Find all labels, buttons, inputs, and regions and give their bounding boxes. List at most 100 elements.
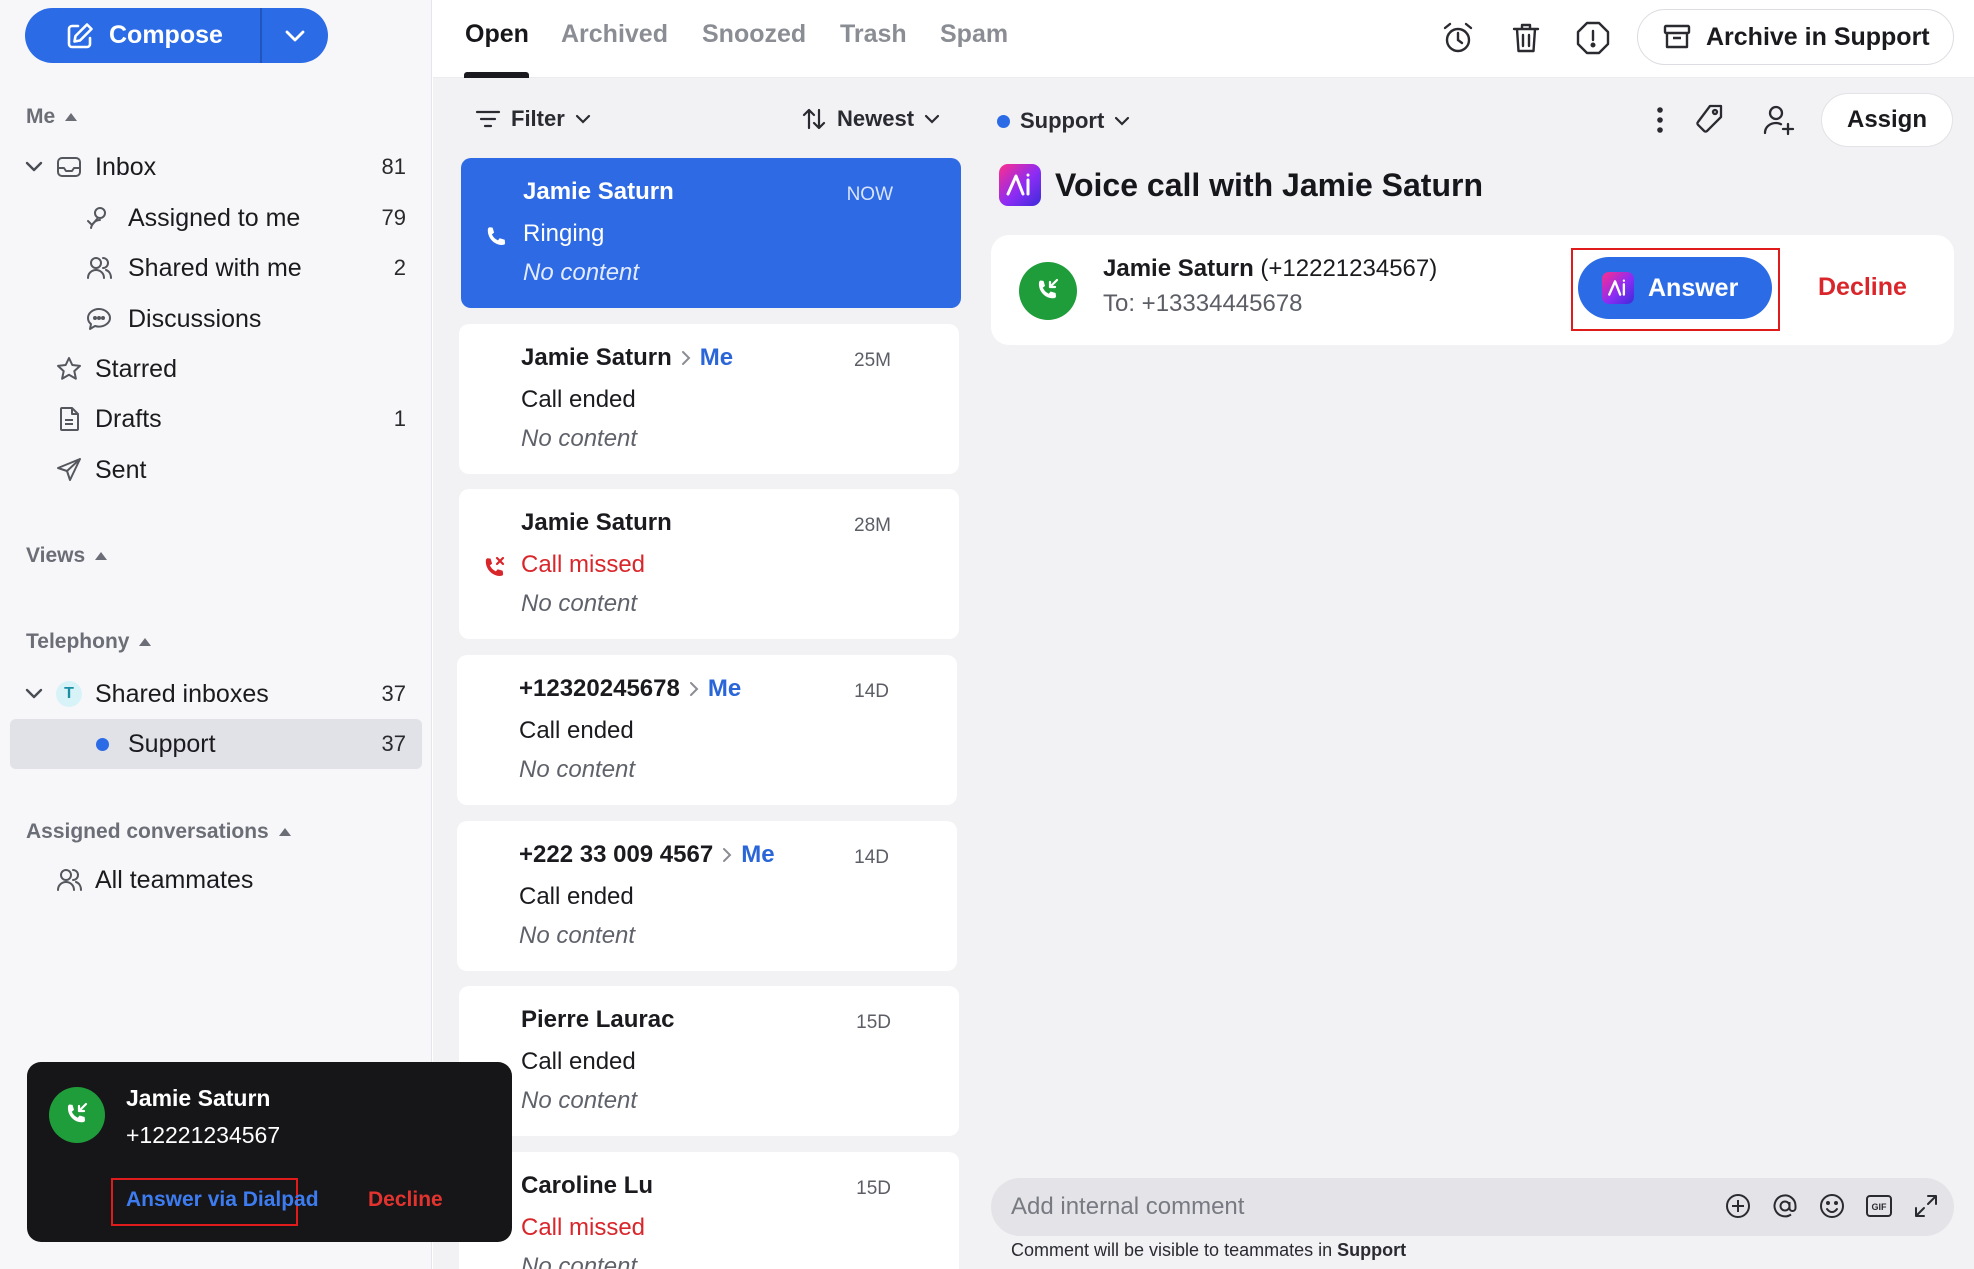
assignee-label: Me — [707, 675, 742, 702]
sidebar-item-drafts[interactable]: Drafts 1 — [10, 395, 422, 443]
sidebar-item-label: Support — [128, 729, 216, 758]
card-preview: No content — [521, 1253, 638, 1269]
conversation-card[interactable]: Jamie Saturn Me 25M Call ended No conten… — [459, 324, 959, 474]
tag-icon[interactable] — [1689, 100, 1729, 140]
sidebar-item-assigned-to-me[interactable]: Assigned to me 79 — [10, 194, 422, 242]
add-circle-icon[interactable] — [1721, 1189, 1755, 1223]
compose-options-button[interactable] — [262, 8, 328, 63]
collapse-caret-icon — [95, 552, 108, 560]
answer-button[interactable]: Answer — [1578, 257, 1772, 319]
archive-box-icon — [1662, 22, 1692, 52]
star-icon — [55, 355, 83, 383]
phone-ringing-icon — [483, 224, 509, 250]
tab-trash[interactable]: Trash — [840, 20, 907, 49]
tab-archived[interactable]: Archived — [561, 20, 668, 49]
sidebar-item-shared-inboxes[interactable]: T Shared inboxes 37 — [10, 670, 422, 718]
conversation-card[interactable]: Pierre Laurac 15D Call ended No content — [459, 986, 959, 1136]
trash-icon[interactable] — [1506, 18, 1546, 58]
contact-name: +222 33 009 4567 — [519, 841, 714, 868]
popup-caller-number: +12221234567 — [126, 1122, 281, 1148]
card-time: 15D — [856, 1012, 891, 1033]
section-me-label: Me — [26, 105, 56, 128]
add-user-icon[interactable] — [1759, 100, 1799, 140]
archive-button-label: Archive in Support — [1706, 22, 1930, 51]
contact-name: Jamie Saturn — [521, 344, 672, 371]
more-options-icon[interactable] — [1640, 100, 1680, 140]
collapse-caret-icon — [139, 638, 152, 646]
card-status: Call missed — [521, 551, 646, 578]
sidebar-item-discussions[interactable]: Discussions — [10, 295, 422, 343]
chevron-down-icon[interactable] — [24, 160, 44, 174]
alarm-clock-icon[interactable] — [1438, 18, 1478, 58]
tab-spam[interactable]: Spam — [940, 20, 1008, 49]
answer-via-dialpad-button[interactable]: Answer via Dialpad — [126, 1188, 319, 1212]
caller-name: Jamie Saturn — [1103, 255, 1254, 282]
card-time: NOW — [846, 184, 893, 205]
sidebar-item-label: Assigned to me — [128, 203, 301, 232]
tab-open[interactable]: Open — [465, 20, 529, 49]
conversation-card[interactable]: Jamie Saturn NOW Ringing No content — [461, 158, 961, 308]
assignee-label: Me — [741, 841, 775, 868]
contact-name: Caroline Lu — [521, 1172, 654, 1199]
svg-text:GIF: GIF — [1872, 1202, 1888, 1212]
expand-icon[interactable] — [1909, 1189, 1943, 1223]
chat-bubble-icon — [85, 305, 113, 333]
filter-label: Filter — [511, 106, 565, 131]
spam-alert-icon[interactable] — [1573, 18, 1613, 58]
card-status: Call missed — [521, 1214, 646, 1241]
sidebar-item-count: 79 — [381, 205, 406, 230]
filter-button[interactable]: Filter — [475, 106, 591, 132]
contact-name: Jamie Saturn — [523, 178, 674, 205]
section-views-label: Views — [26, 544, 86, 567]
mention-icon[interactable] — [1768, 1189, 1802, 1223]
sidebar-item-sent[interactable]: Sent — [10, 446, 422, 494]
incoming-call-icon — [49, 1087, 105, 1143]
gif-icon[interactable]: GIF — [1862, 1189, 1896, 1223]
card-title: Jamie Saturn Me — [521, 344, 733, 372]
team-selector[interactable]: Support — [997, 108, 1130, 134]
dialpad-logo-icon — [999, 164, 1041, 206]
missed-call-icon — [481, 555, 507, 581]
popup-caller-name: Jamie Saturn — [126, 1085, 271, 1111]
caller-number: (+12221234567) — [1260, 255, 1438, 282]
decline-button[interactable]: Decline — [1818, 273, 1907, 302]
assign-button[interactable]: Assign — [1821, 93, 1953, 147]
card-preview: No content — [521, 590, 638, 617]
sidebar-item-all-teammates[interactable]: All teammates — [10, 856, 422, 904]
section-telephony[interactable]: Telephony — [26, 630, 152, 654]
sort-arrows-icon — [801, 106, 827, 132]
card-preview: No content — [521, 1087, 638, 1114]
comment-visibility-note: Comment will be visible to teammates in … — [1011, 1240, 1406, 1261]
conversation-card[interactable]: +12320245678 Me 14D Call ended No conten… — [457, 655, 957, 805]
section-me[interactable]: Me — [26, 105, 78, 129]
sidebar-item-support[interactable]: Support 37 — [10, 719, 422, 769]
conversation-card[interactable]: Caroline Lu 15D Call missed No content — [459, 1152, 959, 1269]
comment-note-team: Support — [1337, 1240, 1407, 1260]
conversation-card[interactable]: Jamie Saturn 28M Call missed No content — [459, 489, 959, 639]
sidebar-item-label: Shared inboxes — [95, 679, 269, 708]
sidebar-item-shared-with-me[interactable]: Shared with me 2 — [10, 244, 422, 292]
compose-button[interactable]: Compose — [25, 8, 260, 63]
card-status: Call ended — [521, 386, 636, 413]
chevron-down-icon[interactable] — [24, 687, 44, 701]
send-icon — [55, 456, 83, 484]
conversation-card[interactable]: +222 33 009 4567 Me 14D Call ended No co… — [457, 821, 957, 971]
sort-button[interactable]: Newest — [801, 106, 940, 132]
card-title: +222 33 009 4567 Me — [519, 841, 775, 869]
card-title: +12320245678 Me — [519, 675, 741, 703]
card-title: Jamie Saturn — [523, 178, 674, 206]
emoji-icon[interactable] — [1815, 1189, 1849, 1223]
sidebar-item-inbox[interactable]: Inbox 81 — [10, 143, 422, 191]
archive-button[interactable]: Archive in Support — [1637, 9, 1954, 65]
card-time: 28M — [854, 515, 891, 536]
section-assigned-conversations[interactable]: Assigned conversations — [26, 820, 291, 844]
internal-comment-input[interactable]: Add internal comment GIF — [991, 1178, 1954, 1236]
sidebar-item-count: 1 — [393, 406, 406, 431]
card-title: Jamie Saturn — [521, 509, 672, 537]
sidebar-item-label: All teammates — [95, 865, 254, 894]
sidebar-item-starred[interactable]: Starred — [10, 345, 422, 393]
section-views[interactable]: Views — [26, 544, 108, 568]
tab-snoozed[interactable]: Snoozed — [702, 20, 806, 49]
sort-label: Newest — [837, 106, 915, 131]
popup-decline-button[interactable]: Decline — [368, 1188, 443, 1212]
